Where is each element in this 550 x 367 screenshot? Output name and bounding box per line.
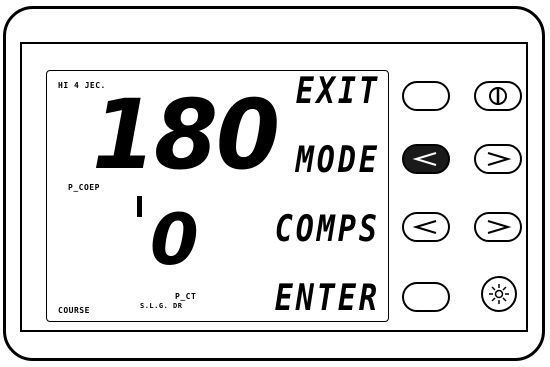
exit-button[interactable] (402, 81, 450, 111)
secondary-value-label: P_CT (175, 292, 197, 301)
power-button[interactable] (474, 81, 522, 111)
light-button[interactable] (481, 276, 517, 312)
light-icon (489, 284, 509, 304)
softkey-label-exit: EXIT (295, 70, 380, 113)
mode-left-button[interactable] (402, 144, 450, 174)
primary-value: 180 (92, 78, 280, 192)
primary-value-label: P_COEP (68, 183, 100, 192)
chevron-left-icon (412, 220, 437, 234)
comps-left-button[interactable] (402, 212, 450, 242)
chevron-right-icon (487, 220, 512, 234)
secondary-value-sublabel: S.L.G. DR (140, 302, 183, 310)
softkey-label-enter: ENTER (274, 277, 380, 320)
chevron-right-icon (487, 152, 512, 166)
softkey-label-mode: MODE (295, 139, 380, 182)
cursor-marker (137, 196, 142, 217)
comps-right-button[interactable] (474, 212, 522, 242)
course-label: COURSE (58, 306, 90, 315)
secondary-value: 0 (150, 199, 199, 281)
softkey-label-comps: COMPS (274, 208, 380, 251)
chevron-left-icon (412, 152, 437, 166)
mode-right-button[interactable] (474, 144, 522, 174)
power-icon (489, 87, 507, 105)
enter-button[interactable] (402, 282, 450, 312)
